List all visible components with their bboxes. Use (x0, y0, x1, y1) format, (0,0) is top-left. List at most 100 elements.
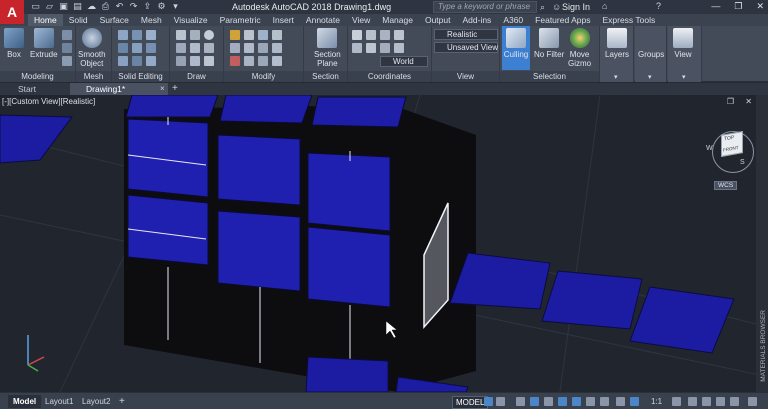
slice-icon[interactable] (118, 43, 128, 53)
viewport-controls-label[interactable]: [-][Custom View][Realistic] (2, 97, 95, 106)
minimize-button[interactable]: — (711, 1, 720, 12)
box-button[interactable]: Box (4, 28, 24, 59)
chevron-down-icon[interactable]: ▾ (648, 73, 652, 81)
rotate-icon[interactable] (272, 30, 282, 40)
groups-button[interactable]: Groups (638, 28, 664, 59)
tab-mesh[interactable]: Mesh (135, 14, 168, 26)
rectangle-icon[interactable] (190, 43, 200, 53)
loose-tile[interactable] (0, 114, 73, 164)
close-tab-icon[interactable]: × (160, 84, 165, 93)
ucs-named-icon[interactable] (366, 30, 376, 40)
polar-tracking-icon[interactable] (530, 397, 539, 406)
selection-cycling-icon[interactable] (616, 397, 625, 406)
panel-label[interactable]: Coordinates (348, 71, 431, 82)
extrude-button[interactable]: Extrude (30, 28, 58, 59)
annotation-settings-icon[interactable] (672, 397, 681, 406)
polygon-icon[interactable] (204, 43, 214, 53)
ucs-origin-icon[interactable] (380, 30, 390, 40)
workspace-switch-icon[interactable] (688, 397, 697, 406)
culling-button[interactable]: Culling (502, 26, 530, 70)
clean-screen-icon[interactable] (730, 397, 739, 406)
sign-in-button[interactable]: Sign In (562, 2, 590, 12)
cube-tile[interactable] (311, 96, 407, 128)
annotation-scale[interactable]: 1:1 (646, 395, 667, 408)
cube-tile[interactable] (219, 95, 313, 124)
file-tab-start[interactable]: Start (2, 83, 70, 95)
move-icon[interactable] (230, 30, 240, 40)
isodraft-icon[interactable] (544, 397, 553, 406)
tab-insert[interactable]: Insert (267, 14, 300, 26)
exchange-icon[interactable]: ⌂ (602, 1, 607, 11)
loose-tile[interactable] (541, 270, 643, 330)
workspace-icon[interactable]: ⚙ (156, 1, 167, 12)
subtract-icon[interactable] (132, 30, 142, 40)
save-as-icon[interactable]: ▤ (72, 1, 83, 12)
cube-tile[interactable] (307, 226, 391, 308)
3d-osnap-icon[interactable] (630, 397, 639, 406)
polyline-icon[interactable] (190, 30, 200, 40)
close-button[interactable]: ✕ (756, 1, 764, 12)
file-tab-drawing1[interactable]: Drawing1* (70, 83, 168, 95)
modeling-tool-icon[interactable] (62, 43, 72, 53)
help-icon[interactable]: ? (656, 1, 661, 11)
grid-toggle-icon[interactable] (484, 397, 493, 406)
point-icon[interactable] (204, 56, 214, 66)
viewcube[interactable]: TOP FRONT W S WCS (704, 125, 762, 195)
dropdown-icon[interactable]: ▾ (170, 1, 181, 12)
panel-label[interactable]: Solid Editing (112, 71, 169, 82)
saved-view-combo[interactable]: Unsaved View (434, 42, 498, 53)
tab-express-tools[interactable]: Express Tools (596, 14, 661, 26)
arc-icon[interactable] (176, 43, 186, 53)
tab-add-ins[interactable]: Add-ins (456, 14, 497, 26)
panel-label[interactable]: View (432, 71, 499, 82)
binoculars-icon[interactable]: ⌕ (540, 2, 545, 13)
move-gizmo-button[interactable]: Move Gizmo (568, 28, 591, 68)
wcs-menu[interactable]: WCS (714, 181, 738, 190)
layout-tab-model[interactable]: Model (8, 395, 42, 408)
redo-icon[interactable]: ↷ (128, 1, 139, 12)
view-button[interactable]: View (673, 28, 693, 59)
intersect-icon[interactable] (146, 30, 156, 40)
panel-label[interactable]: Modeling (0, 71, 75, 82)
tab-annotate[interactable]: Annotate (300, 14, 346, 26)
cube-tile[interactable] (217, 210, 301, 292)
panel-label[interactable]: Modify (224, 71, 303, 82)
cube-tile[interactable] (217, 134, 301, 206)
new-tab-icon[interactable]: + (172, 83, 178, 94)
restore-button[interactable]: ❐ (734, 1, 742, 12)
save-icon[interactable]: ▣ (58, 1, 69, 12)
autocad-logo-icon[interactable]: A (0, 0, 24, 24)
layers-button[interactable]: Layers (605, 28, 629, 59)
new-file-icon[interactable]: ▭ (30, 1, 41, 12)
spline-icon[interactable] (190, 56, 200, 66)
tab-a360[interactable]: A360 (497, 14, 529, 26)
tab-surface[interactable]: Surface (94, 14, 135, 26)
layout-tab-layout1[interactable]: Layout1 (40, 395, 78, 408)
modeling-tool-icon[interactable] (62, 30, 72, 40)
offset-icon[interactable] (272, 56, 282, 66)
undo-icon[interactable]: ↶ (114, 1, 125, 12)
no-filter-button[interactable]: No Filter (534, 28, 564, 59)
fillet-edge-icon[interactable] (146, 43, 156, 53)
visual-style-combo[interactable]: Realistic (434, 29, 498, 40)
transparency-icon[interactable] (600, 397, 609, 406)
explode-icon[interactable] (258, 56, 268, 66)
tab-visualize[interactable]: Visualize (168, 14, 214, 26)
array-icon[interactable] (272, 43, 282, 53)
add-layout-button[interactable]: + (114, 395, 130, 408)
share-icon[interactable]: ⇪ (142, 1, 153, 12)
viewport-close-icon[interactable]: ✕ (745, 97, 752, 106)
customization-menu-icon[interactable] (748, 397, 757, 406)
ucs-x-icon[interactable] (352, 43, 362, 53)
separate-icon[interactable] (146, 56, 156, 66)
drawing-viewport[interactable]: [-][Custom View][Realistic] TOP FRONT W … (0, 95, 768, 392)
ucs-icon[interactable] (352, 30, 362, 40)
user-icon[interactable]: ☺ (552, 2, 561, 12)
circle-icon[interactable] (204, 30, 214, 40)
isolate-objects-icon[interactable] (702, 397, 711, 406)
lineweight-icon[interactable] (586, 397, 595, 406)
cube-tile[interactable] (125, 95, 219, 118)
ucs-y-icon[interactable] (366, 43, 376, 53)
cloud-icon[interactable]: ☁ (86, 1, 97, 12)
panel-label[interactable]: Mesh (76, 71, 111, 82)
